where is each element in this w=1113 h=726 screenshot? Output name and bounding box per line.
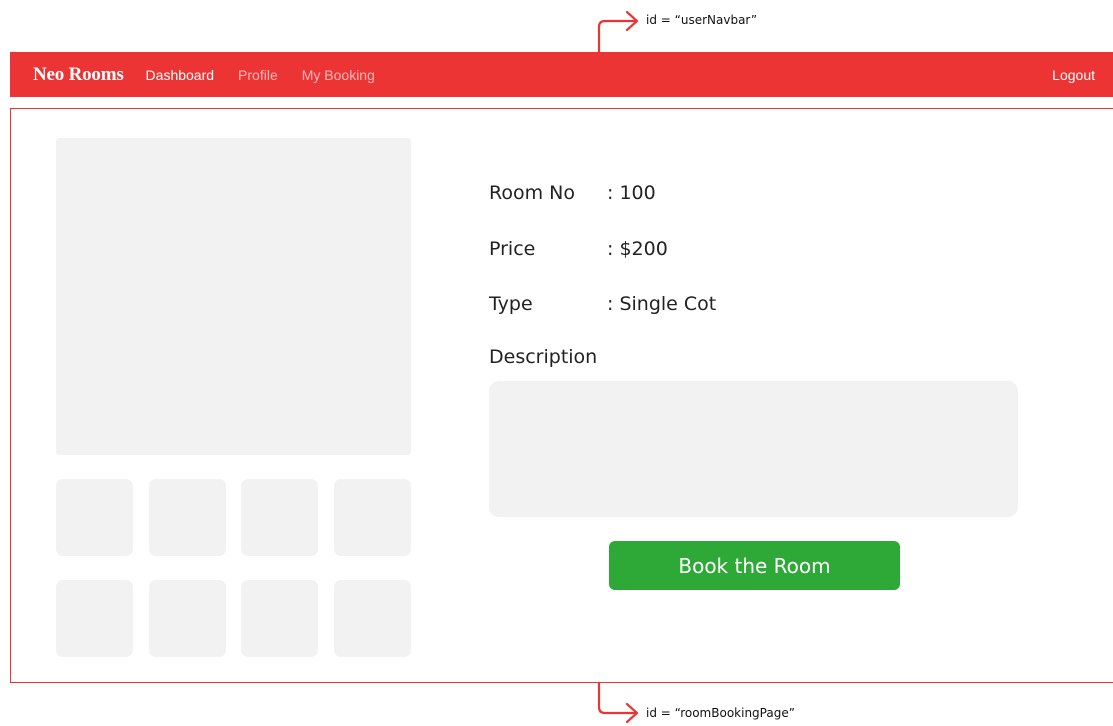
room-thumbnail[interactable] [56, 580, 133, 657]
room-thumbnail[interactable] [149, 580, 226, 657]
page-id-callout: id = “roomBookingPage” [596, 683, 816, 723]
room-thumbnail[interactable] [56, 479, 133, 556]
room-thumbnail[interactable] [241, 580, 318, 657]
price-label: Price [489, 238, 536, 260]
room-main-image [56, 138, 411, 455]
logout-link[interactable]: Logout [1052, 67, 1095, 83]
price-row: Price : $200 [489, 238, 668, 260]
page-id-label: id = “roomBookingPage” [646, 706, 795, 720]
navbar-id-callout: id = “userNavbar” [596, 7, 766, 53]
screen: id = “userNavbar” Neo Rooms Dashboard Pr… [0, 0, 1113, 726]
price-value: : $200 [607, 238, 668, 260]
nav-link-my-booking[interactable]: My Booking [302, 67, 375, 83]
navbar-id-label: id = “userNavbar” [646, 13, 758, 27]
room-thumbnail[interactable] [334, 580, 411, 657]
user-navbar: Neo Rooms Dashboard Profile My Booking L… [10, 52, 1113, 97]
brand-logo[interactable]: Neo Rooms [33, 64, 124, 86]
room-thumbnail[interactable] [241, 479, 318, 556]
description-box [489, 381, 1018, 517]
nav-link-dashboard[interactable]: Dashboard [146, 67, 215, 83]
description-label: Description [489, 346, 598, 368]
type-label: Type [489, 293, 533, 315]
room-thumbnail[interactable] [149, 479, 226, 556]
type-row: Type : Single Cot [489, 293, 716, 315]
room-number-label: Room No [489, 182, 575, 204]
nav-link-profile[interactable]: Profile [238, 67, 278, 83]
room-number-value: : 100 [607, 182, 656, 204]
room-number-row: Room No : 100 [489, 182, 656, 204]
room-thumbnail[interactable] [334, 479, 411, 556]
room-booking-page: Room No : 100 Price : $200 Type : Single Co… [10, 108, 1113, 683]
book-room-button[interactable]: Book the Room [609, 541, 900, 590]
type-value: : Single Cot [607, 293, 717, 315]
